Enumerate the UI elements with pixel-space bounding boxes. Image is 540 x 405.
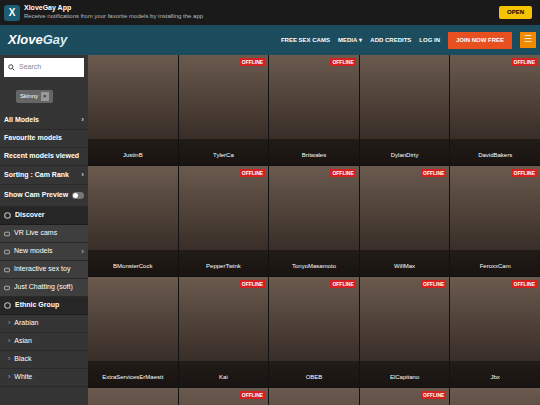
open-button[interactable]: OPEN xyxy=(499,6,532,19)
offline-badge: OFFLINE xyxy=(240,391,265,399)
item-icon xyxy=(4,231,10,237)
item-icon xyxy=(4,249,10,255)
model-name: TylerCa xyxy=(213,152,234,158)
model-card[interactable]: DylanDirty xyxy=(360,55,450,165)
search-icon xyxy=(8,64,15,71)
sidebar-item[interactable]: Just Chatting (soft) xyxy=(0,279,88,297)
model-name: WillMax xyxy=(394,263,415,269)
join-button[interactable]: JOIN NOW FREE xyxy=(448,32,512,49)
sidebar-item[interactable]: New models› xyxy=(0,243,88,261)
model-card[interactable] xyxy=(88,388,178,405)
chip-remove[interactable]: × xyxy=(41,92,49,101)
model-name: ElCapitano xyxy=(390,374,419,380)
banner-title: XloveGay App xyxy=(24,4,203,13)
sidebar-toggle[interactable]: Show Cam Preview xyxy=(0,185,88,207)
sidebar-item[interactable]: All Models› xyxy=(0,111,88,130)
nav-link[interactable]: MEDIA▾ xyxy=(338,36,362,45)
nav-link[interactable]: LOG IN xyxy=(419,36,440,45)
nav-link[interactable]: FREE SEX CAMS xyxy=(281,36,330,45)
model-card[interactable]: OFFLINE Britwales xyxy=(269,55,359,165)
model-card[interactable]: OFFLINE Kai xyxy=(179,277,269,387)
offline-badge: OFFLINE xyxy=(512,169,537,177)
model-card[interactable]: OFFLINE ElCapitano xyxy=(360,277,450,387)
model-name: JustinB xyxy=(123,152,143,158)
offline-badge: OFFLINE xyxy=(512,280,537,288)
header: XloveGay FREE SEX CAMS MEDIA▾ ADD CREDITS LO… xyxy=(0,25,540,55)
model-name: DavidBakers xyxy=(478,152,512,158)
sidebar-item[interactable]: Interactive sex toy xyxy=(0,261,88,279)
sidebar-item[interactable]: Favourite models xyxy=(0,130,88,148)
sidebar-item[interactable]: Recent models viewed xyxy=(0,148,88,166)
offline-badge: OFFLINE xyxy=(330,280,355,288)
model-grid: JustinB OFFLINE TylerCa OFFLINE Britwales Dyl… xyxy=(88,55,540,405)
offline-badge: OFFLINE xyxy=(421,391,446,399)
item-icon xyxy=(4,267,10,273)
app-banner: X XloveGay AppReceive notifications from … xyxy=(0,0,540,25)
sidebar-option[interactable]: ›Arabian xyxy=(0,315,88,333)
model-card[interactable] xyxy=(269,388,359,405)
offline-badge: OFFLINE xyxy=(330,169,355,177)
logo[interactable]: XloveGay xyxy=(8,30,67,50)
offline-badge: OFFLINE xyxy=(240,58,265,66)
model-card[interactable]: ExtraServicesErMaestt xyxy=(88,277,178,387)
model-card[interactable]: OFFLINE Jbx xyxy=(450,277,540,387)
sidebar-option[interactable]: ›Asian xyxy=(0,333,88,351)
model-name: Britwales xyxy=(302,152,326,158)
model-name: FeroxxCam xyxy=(480,263,511,269)
model-name: BMonsterCock xyxy=(113,263,152,269)
sidebar-section[interactable]: Ethnic Group xyxy=(0,297,88,315)
search-field[interactable]: Search xyxy=(4,58,84,77)
item-icon xyxy=(4,285,10,291)
offline-badge: OFFLINE xyxy=(330,58,355,66)
model-name: DylanDirty xyxy=(391,152,419,158)
offline-badge: OFFLINE xyxy=(512,58,537,66)
model-card[interactable]: BMonsterCock xyxy=(88,166,178,276)
model-name: Jbx xyxy=(491,374,500,380)
model-card[interactable] xyxy=(450,388,540,405)
model-card[interactable]: OFFLINE xyxy=(179,388,269,405)
offline-badge: OFFLINE xyxy=(421,280,446,288)
nav-link[interactable]: ADD CREDITS xyxy=(370,36,411,45)
offline-badge: OFFLINE xyxy=(240,280,265,288)
menu-button[interactable]: ☰ xyxy=(520,32,536,48)
sidebar-item[interactable]: VR Live cams xyxy=(0,225,88,243)
sidebar-option[interactable]: ›White xyxy=(0,369,88,387)
filter-chip[interactable]: Skinny× xyxy=(16,90,53,103)
banner-subtitle: Receive notifications from your favorite… xyxy=(24,13,203,21)
model-name: OBEB xyxy=(306,374,323,380)
model-card[interactable]: OFFLINE TonyoMasamoto xyxy=(269,166,359,276)
model-card[interactable]: OFFLINE FeroxxCam xyxy=(450,166,540,276)
section-icon xyxy=(4,302,11,309)
model-card[interactable]: JustinB xyxy=(88,55,178,165)
model-card[interactable]: OFFLINE WillMax xyxy=(360,166,450,276)
model-card[interactable]: OFFLINE OBEB xyxy=(269,277,359,387)
offline-badge: OFFLINE xyxy=(421,169,446,177)
model-card[interactable]: OFFLINE PepperTwink xyxy=(179,166,269,276)
model-card[interactable]: OFFLINE xyxy=(360,388,450,405)
model-name: ExtraServicesErMaestt xyxy=(102,374,163,380)
model-name: TonyoMasamoto xyxy=(292,263,336,269)
model-name: Kai xyxy=(219,374,228,380)
sidebar: Search Skinny× All Models›Favourite models… xyxy=(0,55,88,405)
model-name: PepperTwink xyxy=(206,263,241,269)
sidebar-section[interactable]: Discover xyxy=(0,207,88,225)
sidebar-item[interactable]: Sorting : Cam Rank› xyxy=(0,166,88,185)
model-card[interactable]: OFFLINE TylerCa xyxy=(179,55,269,165)
toggle-switch[interactable] xyxy=(72,192,84,199)
model-card[interactable]: OFFLINE DavidBakers xyxy=(450,55,540,165)
page: X XloveGay AppReceive notifications from … xyxy=(0,0,540,405)
section-icon xyxy=(4,212,11,219)
sidebar-option[interactable]: ›Black xyxy=(0,351,88,369)
offline-badge: OFFLINE xyxy=(240,169,265,177)
app-icon: X xyxy=(4,5,20,21)
